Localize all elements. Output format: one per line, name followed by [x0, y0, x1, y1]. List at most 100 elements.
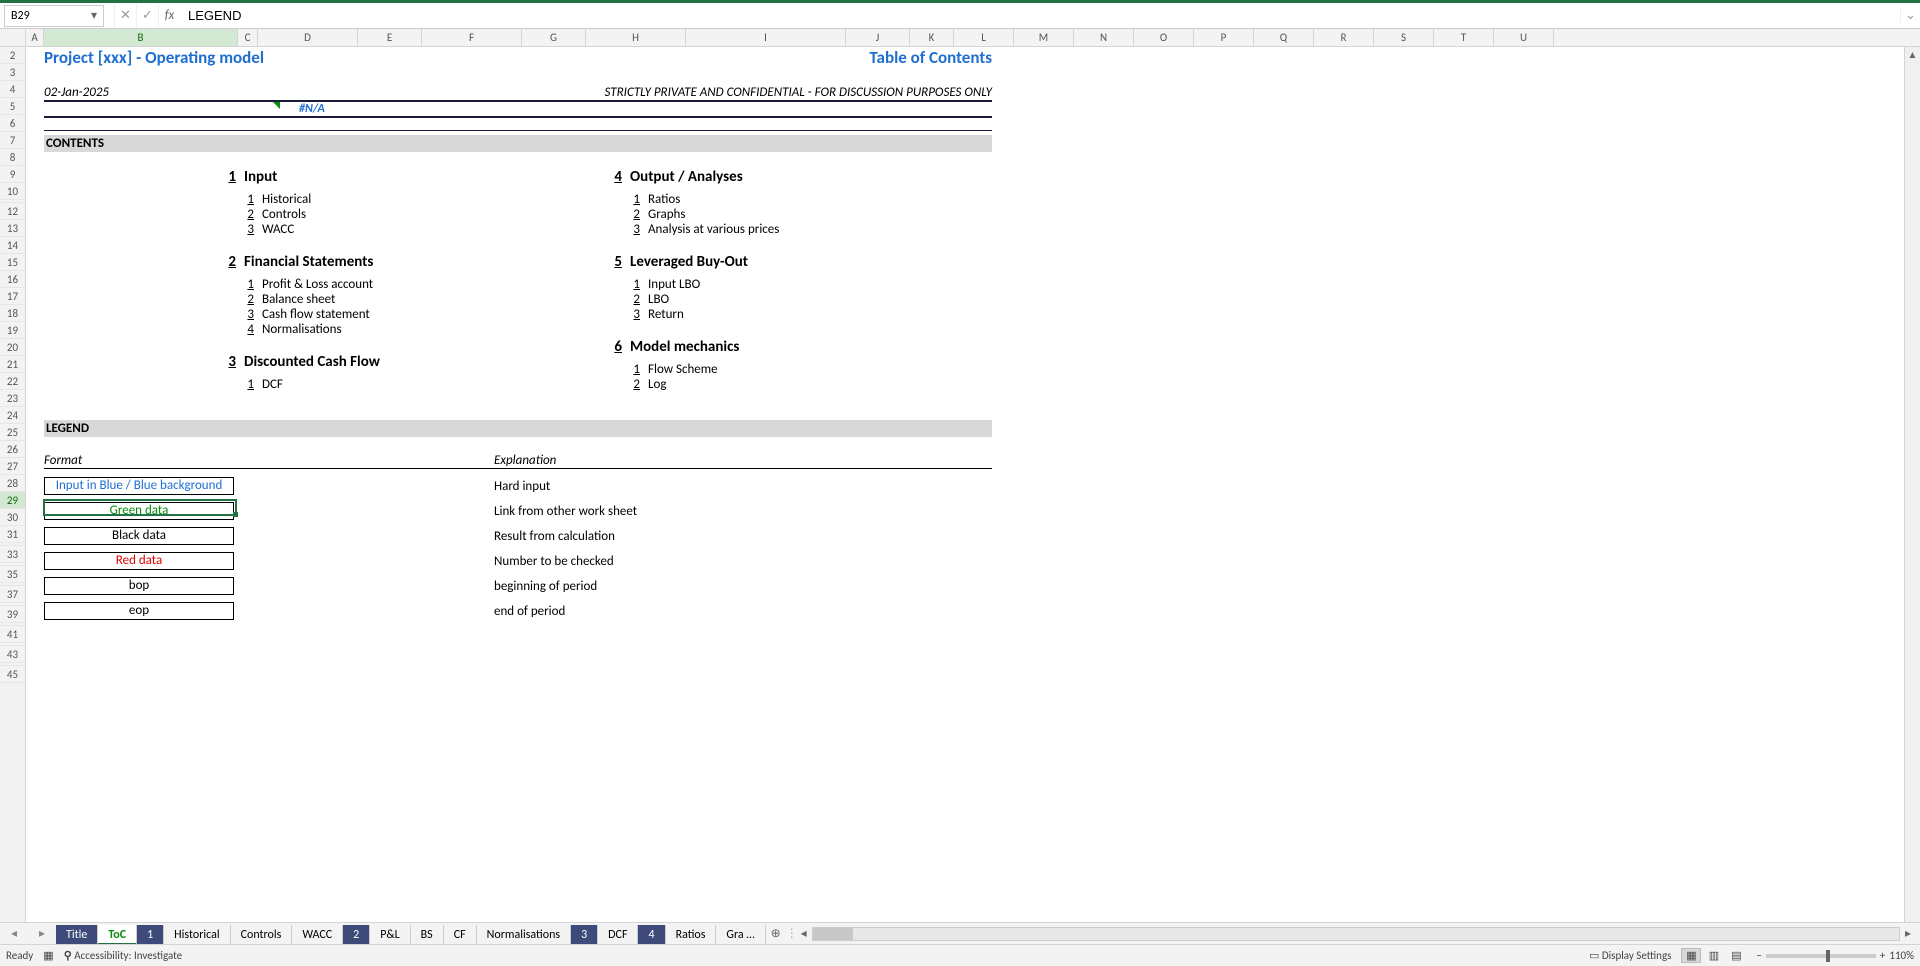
fx-icon[interactable]: fx — [158, 5, 180, 27]
toc-link[interactable]: Balance sheet — [262, 292, 335, 307]
col-header-D[interactable]: D — [258, 29, 358, 46]
sheet-tab[interactable]: P&L — [370, 925, 410, 945]
tab-nav-prev-icon[interactable]: ◂ — [11, 926, 17, 941]
row-header-16[interactable]: 16 — [0, 271, 25, 288]
row-header-12[interactable]: 12 — [0, 203, 25, 220]
toc-link[interactable]: Log — [648, 377, 666, 392]
col-header-K[interactable]: K — [910, 29, 954, 46]
display-settings[interactable]: ▭ Display Settings — [1589, 949, 1671, 962]
row-header-28[interactable]: 28 — [0, 475, 25, 492]
row-header-37[interactable]: 37 — [0, 586, 25, 603]
row-header-21[interactable]: 21 — [0, 356, 25, 373]
row-header-14[interactable]: 14 — [0, 237, 25, 254]
row-header-10[interactable]: 10 — [0, 183, 25, 200]
add-sheet-icon[interactable]: ⊕ — [766, 926, 786, 941]
col-header-E[interactable]: E — [358, 29, 422, 46]
row-header-45[interactable]: 45 — [0, 666, 25, 683]
formula-input[interactable] — [180, 5, 1900, 27]
toc-link[interactable]: Normalisations — [262, 322, 342, 337]
macro-record-icon[interactable]: ▦ — [43, 949, 53, 962]
col-header-M[interactable]: M — [1014, 29, 1074, 46]
col-header-J[interactable]: J — [846, 29, 910, 46]
row-header-6[interactable]: 6 — [0, 115, 25, 132]
sheet-tab[interactable]: 2 — [343, 925, 370, 945]
row-header-30[interactable]: 30 — [0, 509, 25, 526]
row-header-15[interactable]: 15 — [0, 254, 25, 271]
col-header-U[interactable]: U — [1494, 29, 1554, 46]
row-header-41[interactable]: 41 — [0, 626, 25, 643]
col-header-L[interactable]: L — [954, 29, 1014, 46]
toc-link[interactable]: DCF — [262, 377, 283, 392]
cells-area[interactable]: Project [xxx] - Operating model Table of… — [26, 47, 1920, 922]
sheet-tab[interactable]: ToC — [98, 925, 137, 945]
toc-link[interactable]: Profit & Loss account — [262, 277, 373, 292]
sheet-tab[interactable]: Ratios — [666, 925, 717, 945]
sheet-tab[interactable]: 3 — [571, 925, 598, 945]
toc-link[interactable]: Cash flow statement — [262, 307, 370, 322]
sheet-tab[interactable]: 1 — [137, 925, 164, 945]
page-layout-view-icon[interactable]: ▥ — [1704, 948, 1724, 963]
col-header-G[interactable]: G — [522, 29, 586, 46]
sheet-tab[interactable]: CF — [444, 925, 477, 945]
normal-view-icon[interactable]: ▦ — [1681, 948, 1701, 963]
row-header-2[interactable]: 2 — [0, 47, 25, 64]
toc-link[interactable]: Input LBO — [648, 277, 700, 292]
toc-link[interactable]: Flow Scheme — [648, 362, 718, 377]
row-header-29[interactable]: 29 — [0, 492, 25, 509]
toc-link[interactable]: Graphs — [648, 207, 685, 222]
sheet-tab[interactable]: BS — [411, 925, 444, 945]
sheet-tab[interactable]: Historical — [164, 925, 230, 945]
hscroll-left-icon[interactable]: ◂ — [796, 926, 812, 941]
sheet-tab[interactable]: Normalisations — [477, 925, 571, 945]
sheet-tab[interactable]: Title — [56, 925, 98, 945]
toc-link[interactable]: Controls — [262, 207, 306, 222]
toc-link[interactable]: Analysis at various prices — [648, 222, 779, 237]
row-header-23[interactable]: 23 — [0, 390, 25, 407]
row-header-5[interactable]: 5 — [0, 98, 25, 115]
row-header-9[interactable]: 9 — [0, 166, 25, 183]
vertical-scrollbar[interactable]: ▲ — [1904, 47, 1920, 922]
sheet-tab[interactable]: WACC — [292, 925, 343, 945]
row-header-33[interactable]: 33 — [0, 546, 25, 563]
col-header-I[interactable]: I — [686, 29, 846, 46]
page-break-view-icon[interactable]: ▤ — [1726, 948, 1746, 963]
row-header-13[interactable]: 13 — [0, 220, 25, 237]
row-header-4[interactable]: 4 — [0, 81, 25, 98]
row-header-39[interactable]: 39 — [0, 606, 25, 623]
accessibility-status[interactable]: ⚲ Accessibility: Investigate — [64, 949, 182, 962]
row-header-25[interactable]: 25 — [0, 424, 25, 441]
sheet-tab[interactable]: DCF — [598, 925, 638, 945]
row-header-7[interactable]: 7 — [0, 132, 25, 149]
row-header-20[interactable]: 20 — [0, 339, 25, 356]
col-header-Q[interactable]: Q — [1254, 29, 1314, 46]
col-header-R[interactable]: R — [1314, 29, 1374, 46]
accept-formula-icon[interactable]: ✓ — [136, 5, 158, 27]
row-header-8[interactable]: 8 — [0, 149, 25, 166]
tab-nav-next-icon[interactable]: ▸ — [39, 926, 45, 941]
error-triangle-icon[interactable] — [273, 102, 280, 109]
row-header-26[interactable]: 26 — [0, 441, 25, 458]
sheet-tab[interactable]: 4 — [638, 925, 665, 945]
toc-link[interactable]: Return — [648, 307, 684, 322]
toc-link[interactable]: Historical — [262, 192, 311, 207]
select-all-corner[interactable] — [0, 29, 26, 46]
row-header-43[interactable]: 43 — [0, 646, 25, 663]
row-header-31[interactable]: 31 — [0, 526, 25, 543]
name-box[interactable]: B29 ▾ — [4, 5, 104, 27]
col-header-A[interactable]: A — [26, 29, 44, 46]
scroll-up-icon[interactable]: ▲ — [1905, 47, 1920, 63]
col-header-C[interactable]: C — [238, 29, 258, 46]
row-header-35[interactable]: 35 — [0, 566, 25, 583]
horizontal-scrollbar[interactable]: ◂ ▸ — [792, 926, 1920, 941]
row-header-18[interactable]: 18 — [0, 305, 25, 322]
col-header-S[interactable]: S — [1374, 29, 1434, 46]
row-header-24[interactable]: 24 — [0, 407, 25, 424]
sheet-tab[interactable]: Gra … — [716, 925, 765, 945]
zoom-in-icon[interactable]: + — [1880, 949, 1885, 962]
name-box-dropdown-icon[interactable]: ▾ — [87, 8, 101, 24]
col-header-P[interactable]: P — [1194, 29, 1254, 46]
hscroll-right-icon[interactable]: ▸ — [1900, 926, 1916, 941]
formula-expand-icon[interactable]: ⌄ — [1900, 8, 1920, 23]
row-header-19[interactable]: 19 — [0, 322, 25, 339]
view-buttons[interactable]: ▦ ▥ ▤ — [1681, 948, 1746, 963]
